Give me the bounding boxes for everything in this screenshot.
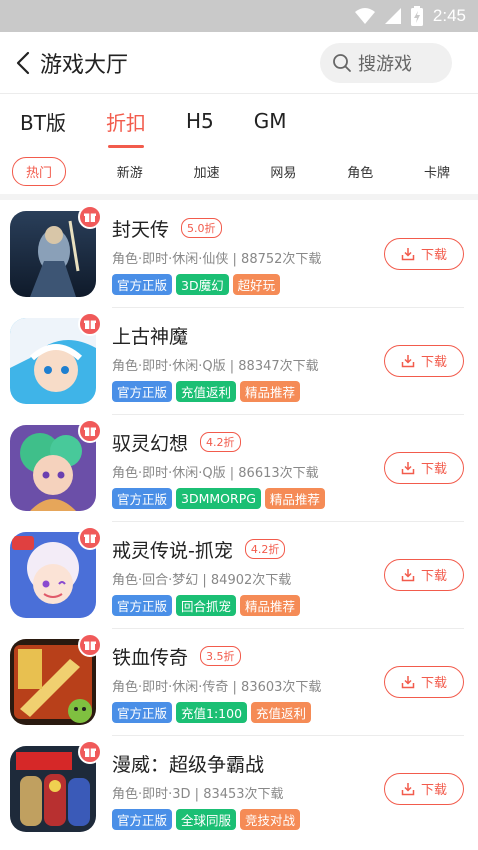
search-icon [333, 53, 351, 72]
search-box[interactable]: 搜游戏 [320, 42, 452, 83]
download-icon [401, 568, 415, 581]
game-list-item[interactable]: 漫威：超级争霸战 角色·即时·3D | 83453次下载 官方正版 全球同服 竞… [0, 735, 478, 842]
game-name: 驭灵幻想 [112, 432, 189, 455]
game-list-item[interactable]: 戒灵传说-抓宠 4.2折 角色·回合·梦幻 | 84902次下载 官方正版 回合… [0, 521, 478, 628]
game-tag: 精品推荐 [240, 380, 301, 402]
download-icon [401, 354, 415, 367]
game-list-item[interactable]: 铁血传奇 3.5折 角色·即时·休闲·传奇 | 83603次下载 官方正版 充值… [0, 628, 478, 735]
wifi-icon [354, 8, 375, 24]
tab-discount[interactable]: 折扣 [106, 94, 146, 148]
game-meta: 角色·即时·休闲·Q版 | 88347次下载 [112, 359, 319, 374]
app-header: 游戏大厅 搜游戏 [0, 32, 478, 94]
game-tag: 精品推荐 [240, 594, 301, 616]
game-tag: 3D魔幻 [176, 273, 229, 295]
game-meta: 角色·即时·休闲·传奇 | 83603次下载 [112, 680, 322, 695]
game-list-item[interactable]: 上古神魔 角色·即时·休闲·Q版 | 88347次下载 官方正版 充值返利 精品… [0, 307, 478, 414]
game-tag: 3DMMORPG [176, 487, 261, 509]
game-meta: 角色·即时·休闲·Q版 | 86613次下载 [112, 466, 319, 481]
game-tag: 官方正版 [112, 273, 173, 295]
game-meta: 角色·即时·3D | 83453次下载 [112, 787, 284, 802]
tab-bt[interactable]: BT版 [20, 94, 66, 148]
game-tag: 官方正版 [112, 380, 173, 402]
tab-gm[interactable]: GM [254, 94, 287, 148]
category-card[interactable]: 卡牌 [424, 162, 450, 181]
download-button[interactable]: 下载 [384, 237, 464, 270]
game-tag: 官方正版 [112, 808, 173, 830]
gift-icon [78, 311, 102, 336]
download-icon [401, 675, 415, 688]
category-hot[interactable]: 热门 [12, 156, 67, 186]
download-button[interactable]: 下载 [384, 665, 464, 698]
gift-icon [78, 204, 102, 229]
game-meta: 角色·回合·梦幻 | 84902次下载 [112, 573, 292, 588]
download-label: 下载 [420, 462, 447, 477]
download-icon [401, 782, 415, 795]
page-title: 游戏大厅 [40, 52, 129, 78]
game-tag: 官方正版 [112, 594, 173, 616]
game-tag: 全球同服 [176, 808, 237, 830]
download-label: 下载 [420, 355, 447, 370]
game-name: 封天传 [112, 218, 170, 241]
search-placeholder: 搜游戏 [358, 53, 412, 75]
status-time: 2:45 [432, 6, 466, 25]
download-button[interactable]: 下载 [384, 558, 464, 591]
game-list-item[interactable]: 封天传 5.0折 角色·即时·休闲·仙侠 | 88752次下载 官方正版 3D魔… [0, 200, 478, 307]
discount-badge: 4.2折 [244, 539, 286, 559]
game-tag: 充值返利 [251, 701, 312, 723]
back-button[interactable] [10, 48, 36, 78]
game-tag: 超好玩 [232, 273, 281, 295]
gift-icon [78, 739, 102, 764]
category-rpg[interactable]: 角色 [347, 162, 373, 181]
download-label: 下载 [420, 569, 447, 584]
category-speed[interactable]: 加速 [194, 162, 220, 181]
download-label: 下载 [420, 783, 447, 798]
game-tag: 官方正版 [112, 701, 173, 723]
game-tag: 竞技对战 [240, 808, 301, 830]
game-tag: 官方正版 [112, 487, 173, 509]
game-name: 漫威：超级争霸战 [112, 753, 265, 776]
download-button[interactable]: 下载 [384, 451, 464, 484]
chevron-left-icon [16, 51, 30, 74]
discount-badge: 4.2折 [200, 432, 241, 452]
tab-h5[interactable]: H5 [186, 94, 214, 148]
gift-icon [78, 632, 102, 657]
download-icon [401, 247, 415, 260]
download-label: 下载 [420, 248, 447, 263]
game-name: 戒灵传说-抓宠 [112, 539, 233, 562]
category-bar: 热门 新游 加速 网易 角色 卡牌 [0, 148, 478, 194]
gift-icon [78, 418, 102, 443]
game-tag: 精品推荐 [264, 487, 325, 509]
gift-icon [78, 525, 102, 550]
signal-icon [384, 8, 401, 24]
download-icon [401, 461, 415, 474]
tab-bar: BT版 折扣 H5 GM [0, 94, 478, 148]
game-name: 上古神魔 [112, 325, 189, 348]
game-list: 封天传 5.0折 角色·即时·休闲·仙侠 | 88752次下载 官方正版 3D魔… [0, 200, 478, 842]
game-tag: 充值返利 [176, 380, 237, 402]
game-meta: 角色·即时·休闲·仙侠 | 88752次下载 [112, 252, 322, 267]
battery-icon [410, 6, 423, 26]
discount-badge: 3.5折 [200, 646, 241, 666]
category-new[interactable]: 新游 [117, 162, 143, 181]
download-label: 下载 [420, 676, 447, 691]
discount-badge: 5.0折 [181, 218, 222, 238]
game-list-item[interactable]: 驭灵幻想 4.2折 角色·即时·休闲·Q版 | 86613次下载 官方正版 3D… [0, 414, 478, 521]
game-tag: 回合抓宠 [176, 594, 237, 616]
game-tag: 充值1:100 [176, 701, 248, 723]
download-button[interactable]: 下载 [384, 772, 464, 805]
status-bar: 2:45 [0, 0, 478, 32]
download-button[interactable]: 下载 [384, 344, 464, 377]
category-netease[interactable]: 网易 [270, 162, 296, 181]
game-name: 铁血传奇 [112, 646, 189, 669]
